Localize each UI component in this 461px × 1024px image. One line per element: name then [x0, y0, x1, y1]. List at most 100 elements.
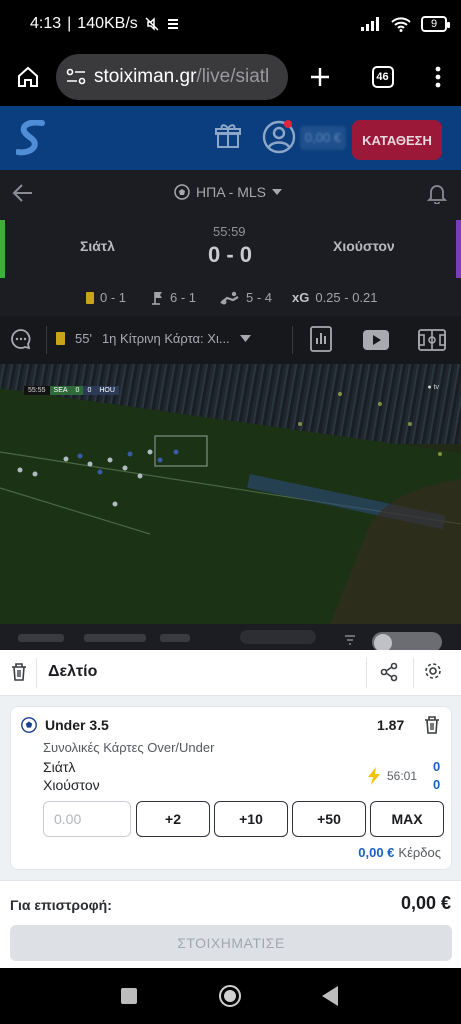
last-event-dropdown[interactable]: 55' 1η Κίτρινη Κάρτα: Χι... [56, 331, 251, 346]
stat-xg: xG 0.25 - 0.21 [292, 290, 378, 305]
yellow-card-icon [86, 291, 94, 304]
bet-selection-card: Under 3.5 1.87 Συνολικές Κάρτες Over/Und… [10, 706, 452, 870]
chat-icon[interactable] [10, 328, 32, 350]
android-navigation-bar [0, 968, 461, 1024]
status-time: 4:13 [30, 15, 62, 32]
site-header: 0,00 € ΚΑΤΑΘΕΣΗ [0, 106, 461, 170]
live-video-player[interactable]: 55:55 SEA 0 0 HOU ● tv [0, 364, 461, 624]
home-button[interactable] [219, 985, 241, 1007]
clear-slip-icon[interactable] [10, 662, 28, 682]
quick-stake-50-button[interactable]: +50 [292, 801, 366, 837]
home-team-name: Σιάτλ [80, 238, 115, 254]
match-score: 0 - 0 [208, 242, 253, 267]
market-tab[interactable] [160, 634, 190, 642]
url-path: /live/siatl [196, 66, 270, 87]
event-toolbar: 55' 1η Κίτρινη Κάρτα: Χι... [0, 316, 461, 364]
event-nav: ΗΠΑ - MLS [0, 170, 461, 216]
status-bar: 4:13 | 140KB/s 9 [0, 0, 461, 48]
gift-icon[interactable] [214, 122, 242, 150]
stat-yellow-cards: 0 - 1 [86, 290, 126, 305]
match-stats: 0 - 1 6 - 1 5 - 4 xG 0.25 - 0.21 [0, 286, 461, 312]
market-tab-active[interactable] [240, 630, 316, 644]
browser-home-button[interactable] [0, 65, 56, 89]
live-event-panel: ΗΠΑ - MLS Σιάτλ 55:59 0 - 0 Χιούστον 0 -… [0, 170, 461, 652]
share-icon[interactable] [380, 662, 398, 682]
offside-icon [220, 291, 239, 304]
max-stake-button[interactable]: MAX [370, 801, 444, 837]
battery-icon: 9 [421, 16, 450, 32]
chevron-down-icon [239, 335, 251, 342]
corner-flag-icon [152, 291, 162, 305]
home-score: 0 [433, 759, 441, 774]
live-clock: 56:01 [367, 767, 417, 785]
address-bar[interactable]: stoiximan.gr/live/siatl [56, 54, 288, 100]
stake-input[interactable] [43, 801, 131, 837]
stat-offsides: 5 - 4 [220, 290, 272, 305]
market-tabs [0, 624, 461, 652]
league-selector[interactable]: ΗΠΑ - MLS [174, 184, 283, 200]
market-name: Συνολικές Κάρτες Over/Under [43, 740, 215, 755]
browser-toolbar: stoiximan.gr/live/siatl 46 [0, 48, 461, 106]
returns-value: 0,00 € [400, 893, 451, 913]
sync-icon [167, 19, 178, 29]
settings-gear-icon[interactable] [424, 662, 442, 680]
broadcaster-logo: ● tv [427, 384, 439, 391]
home-team-name: Σιάτλ [43, 759, 76, 775]
stat-corners: 6 - 1 [152, 290, 196, 305]
play-video-icon[interactable] [362, 329, 390, 351]
yellow-card-icon [56, 332, 65, 345]
network-speed: 140KB/s [77, 15, 138, 32]
back-arrow-icon[interactable] [12, 182, 34, 204]
new-tab-icon[interactable] [309, 66, 331, 88]
market-tab[interactable] [84, 634, 146, 642]
away-score: 0 [433, 777, 441, 792]
wifi-icon [391, 17, 411, 32]
menu-icon[interactable] [435, 66, 441, 88]
potential-win: 0,00 € Κέρδος [358, 845, 441, 860]
back-button[interactable] [322, 986, 338, 1006]
url-host: stoiximan.gr [94, 66, 197, 87]
notification-dot [284, 120, 292, 128]
tabs-count-button[interactable]: 46 [371, 66, 394, 88]
bell-icon[interactable] [427, 182, 447, 204]
returns-bar: Για επιστροφή: 0,00 € ΣΤΟΙΧΗΜΑΤΙΣΕ [0, 880, 461, 968]
market-tab[interactable] [18, 634, 64, 642]
away-team-color [456, 220, 461, 278]
scoreboard: Σιάτλ 55:59 0 - 0 Χιούστον [0, 216, 461, 278]
quick-stake-2-button[interactable]: +2 [136, 801, 210, 837]
lightning-icon [368, 767, 380, 785]
deposit-button[interactable]: ΚΑΤΑΘΕΣΗ [352, 120, 442, 160]
remove-selection-icon[interactable] [423, 715, 441, 735]
place-bet-button[interactable]: ΣΤΟΙΧΗΜΑΤΙΣΕ [10, 925, 452, 961]
video-score-overlay: 55:55 SEA 0 0 HOU [24, 384, 119, 396]
mute-icon [145, 17, 159, 31]
recents-button[interactable] [121, 988, 137, 1004]
last-event-text: 1η Κίτρινη Κάρτα: Χι... [101, 331, 230, 346]
match-clock: 55:59 [213, 224, 246, 239]
bet-slip-header: Δελτίο [0, 650, 461, 696]
football-icon [21, 717, 37, 733]
away-team-name: Χιούστον [43, 777, 100, 793]
returns-label: Για επιστροφή: [10, 897, 112, 913]
last-event-minute: 55' [75, 331, 92, 346]
quick-stake-10-button[interactable]: +10 [214, 801, 288, 837]
bet-slip-title: Δελτίο [48, 663, 98, 680]
stoiximan-logo[interactable] [16, 120, 46, 156]
signal-icon [361, 17, 379, 31]
stats-chart-icon[interactable] [310, 326, 332, 352]
chevron-down-icon [272, 189, 283, 195]
video-frame [0, 364, 461, 624]
league-name: ΗΠΑ - MLS [196, 184, 267, 200]
pitch-tracker-icon[interactable] [418, 329, 446, 351]
selection-odds: 1.87 [377, 717, 405, 733]
account-balance[interactable]: 0,00 € [300, 126, 346, 150]
site-settings-icon[interactable] [66, 68, 86, 86]
filter-icon[interactable] [344, 634, 356, 646]
potential-win-value: 0,00 € [358, 845, 395, 860]
home-icon [18, 66, 38, 87]
away-team-name: Χιούστον [333, 238, 395, 254]
football-icon [174, 184, 190, 200]
potential-win-label: Κέρδος [398, 845, 441, 860]
home-team-color [0, 220, 5, 278]
selection-name: Under 3.5 [45, 717, 109, 733]
